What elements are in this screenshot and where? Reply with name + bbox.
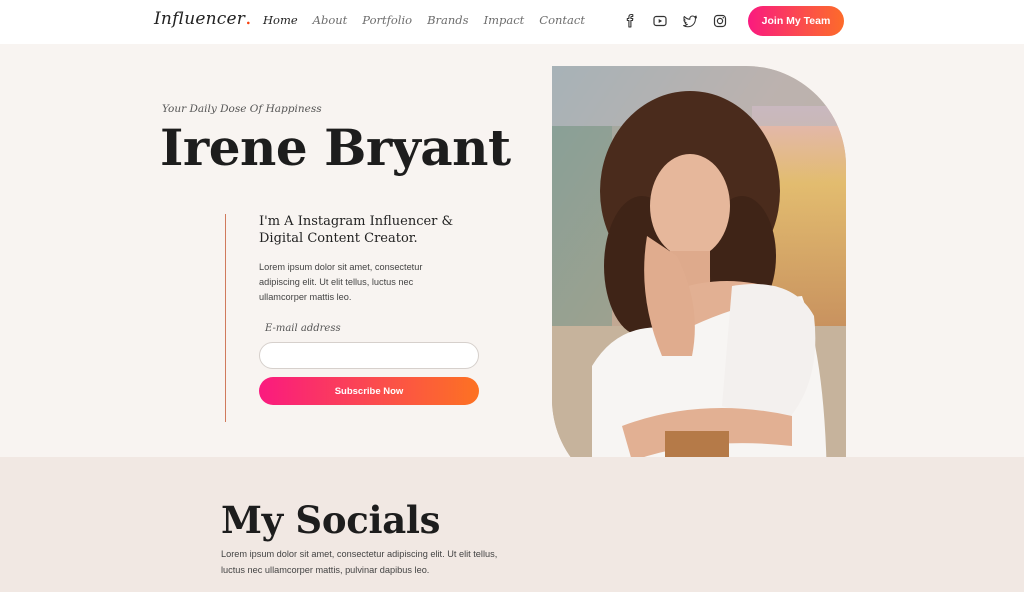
logo-dot: . [245, 5, 252, 29]
subscribe-button[interactable]: Subscribe Now [259, 377, 479, 405]
email-label: E-mail address [265, 323, 341, 334]
hero-section [0, 44, 1024, 457]
vertical-divider [225, 214, 226, 422]
hero-description: Lorem ipsum dolor sit amet, consectetur … [259, 262, 423, 302]
socials-title: My Socials [221, 498, 441, 542]
email-field[interactable] [259, 342, 479, 369]
youtube-icon[interactable] [652, 13, 668, 29]
nav-about[interactable]: About [313, 13, 348, 27]
hero-tagline: Your Daily Dose Of Happiness [162, 103, 322, 115]
nav-impact[interactable]: Impact [484, 13, 525, 27]
nav-portfolio[interactable]: Portfolio [362, 13, 412, 27]
hero-intro: I'm A Instagram Influencer & Digital Con… [259, 214, 454, 246]
logo[interactable]: Influencer. [154, 7, 252, 29]
join-my-team-button[interactable]: Join My Team [748, 6, 844, 36]
hero-portrait-image [552, 66, 846, 499]
hero-name: Irene Bryant [160, 118, 511, 177]
nav-brands[interactable]: Brands [427, 13, 468, 27]
nav-contact[interactable]: Contact [539, 13, 585, 27]
site-header: Influencer. Home About Portfolio Brands … [0, 0, 1024, 44]
main-nav: Home About Portfolio Brands Impact Conta… [263, 13, 600, 27]
instagram-icon[interactable] [712, 13, 728, 29]
facebook-icon[interactable] [622, 13, 638, 29]
social-links [622, 13, 728, 29]
twitter-icon[interactable] [682, 13, 698, 29]
logo-text: Influencer [154, 9, 246, 29]
socials-description: Lorem ipsum dolor sit amet, consectetur … [221, 549, 498, 575]
nav-home[interactable]: Home [263, 13, 298, 27]
